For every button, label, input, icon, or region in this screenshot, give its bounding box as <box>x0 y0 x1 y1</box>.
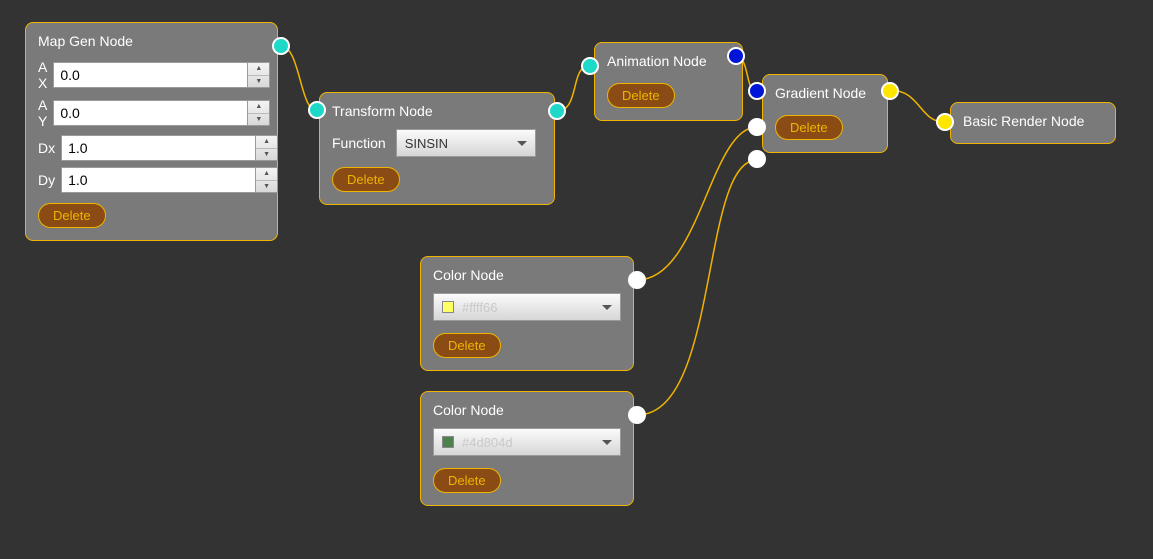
port-in-render[interactable] <box>936 113 954 131</box>
chevron-down-icon[interactable]: ▼ <box>256 149 277 161</box>
port-in-animation[interactable] <box>581 57 599 75</box>
port-out-transform[interactable] <box>548 102 566 120</box>
port-out-gradient[interactable] <box>881 82 899 100</box>
node-title: Basic Render Node <box>963 113 1103 129</box>
chevron-down-icon <box>517 141 527 146</box>
chevron-down-icon <box>602 305 612 310</box>
chevron-down-icon[interactable]: ▼ <box>256 181 277 193</box>
dropdown-color-value: #ffff66 <box>462 300 602 315</box>
delete-button[interactable]: Delete <box>607 83 675 108</box>
chevron-down-icon <box>602 440 612 445</box>
chevron-up-icon[interactable]: ▲ <box>256 168 277 181</box>
field-dx: Dx ▲▼ <box>38 135 265 161</box>
input-dx-text[interactable] <box>61 135 256 161</box>
input-ay[interactable]: ▲▼ <box>53 100 270 126</box>
node-title: Color Node <box>433 402 621 418</box>
label-ay: A Y <box>38 97 53 129</box>
dropdown-color-1[interactable]: #ffff66 <box>433 293 621 321</box>
delete-button[interactable]: Delete <box>433 468 501 493</box>
input-ax-text[interactable] <box>53 62 248 88</box>
node-title: Transform Node <box>332 103 542 119</box>
label-ax: A X <box>38 59 53 91</box>
chevron-up-icon[interactable]: ▲ <box>256 136 277 149</box>
chevron-up-icon[interactable]: ▲ <box>248 63 269 76</box>
node-gradient[interactable]: Gradient Node Delete <box>762 74 888 153</box>
node-render[interactable]: Basic Render Node <box>950 102 1116 144</box>
input-ax[interactable]: ▲▼ <box>53 62 270 88</box>
node-transform[interactable]: Transform Node Function SINSIN Delete <box>319 92 555 205</box>
input-dy-text[interactable] <box>61 167 256 193</box>
delete-button[interactable]: Delete <box>433 333 501 358</box>
input-dx[interactable]: ▲▼ <box>61 135 278 161</box>
port-in-gradient-1[interactable] <box>748 82 766 100</box>
node-color-1[interactable]: Color Node #ffff66 Delete <box>420 256 634 371</box>
node-map-gen[interactable]: Map Gen Node A X ▲▼ A Y ▲▼ Dx ▲▼ Dy ▲▼ D… <box>25 22 278 241</box>
dropdown-function[interactable]: SINSIN <box>396 129 536 157</box>
dropdown-color-2[interactable]: #4d804d <box>433 428 621 456</box>
port-out-mapgen[interactable] <box>272 37 290 55</box>
spinner-ay[interactable]: ▲▼ <box>248 100 270 126</box>
field-function: Function SINSIN <box>332 129 542 157</box>
port-in-gradient-2[interactable] <box>748 118 766 136</box>
input-dy[interactable]: ▲▼ <box>61 167 278 193</box>
label-function: Function <box>332 135 386 151</box>
field-dy: Dy ▲▼ <box>38 167 265 193</box>
chevron-up-icon[interactable]: ▲ <box>248 101 269 114</box>
node-color-2[interactable]: Color Node #4d804d Delete <box>420 391 634 506</box>
chevron-down-icon[interactable]: ▼ <box>248 114 269 126</box>
port-in-gradient-3[interactable] <box>748 150 766 168</box>
node-title: Gradient Node <box>775 85 875 101</box>
label-dx: Dx <box>38 140 61 156</box>
input-ay-text[interactable] <box>53 100 248 126</box>
node-title: Animation Node <box>607 53 730 69</box>
dropdown-function-value: SINSIN <box>405 136 517 151</box>
spinner-dx[interactable]: ▲▼ <box>256 135 278 161</box>
port-in-transform[interactable] <box>308 101 326 119</box>
node-title: Map Gen Node <box>38 33 265 49</box>
spinner-ax[interactable]: ▲▼ <box>248 62 270 88</box>
port-out-color-2[interactable] <box>628 406 646 424</box>
color-swatch-icon <box>442 301 454 313</box>
port-out-color-1[interactable] <box>628 271 646 289</box>
field-ay: A Y ▲▼ <box>38 97 265 129</box>
spinner-dy[interactable]: ▲▼ <box>256 167 278 193</box>
label-dy: Dy <box>38 172 61 188</box>
node-animation[interactable]: Animation Node Delete <box>594 42 743 121</box>
delete-button[interactable]: Delete <box>38 203 106 228</box>
field-ax: A X ▲▼ <box>38 59 265 91</box>
delete-button[interactable]: Delete <box>332 167 400 192</box>
color-swatch-icon <box>442 436 454 448</box>
delete-button[interactable]: Delete <box>775 115 843 140</box>
dropdown-color-value: #4d804d <box>462 435 602 450</box>
port-out-animation[interactable] <box>727 47 745 65</box>
node-title: Color Node <box>433 267 621 283</box>
chevron-down-icon[interactable]: ▼ <box>248 76 269 88</box>
